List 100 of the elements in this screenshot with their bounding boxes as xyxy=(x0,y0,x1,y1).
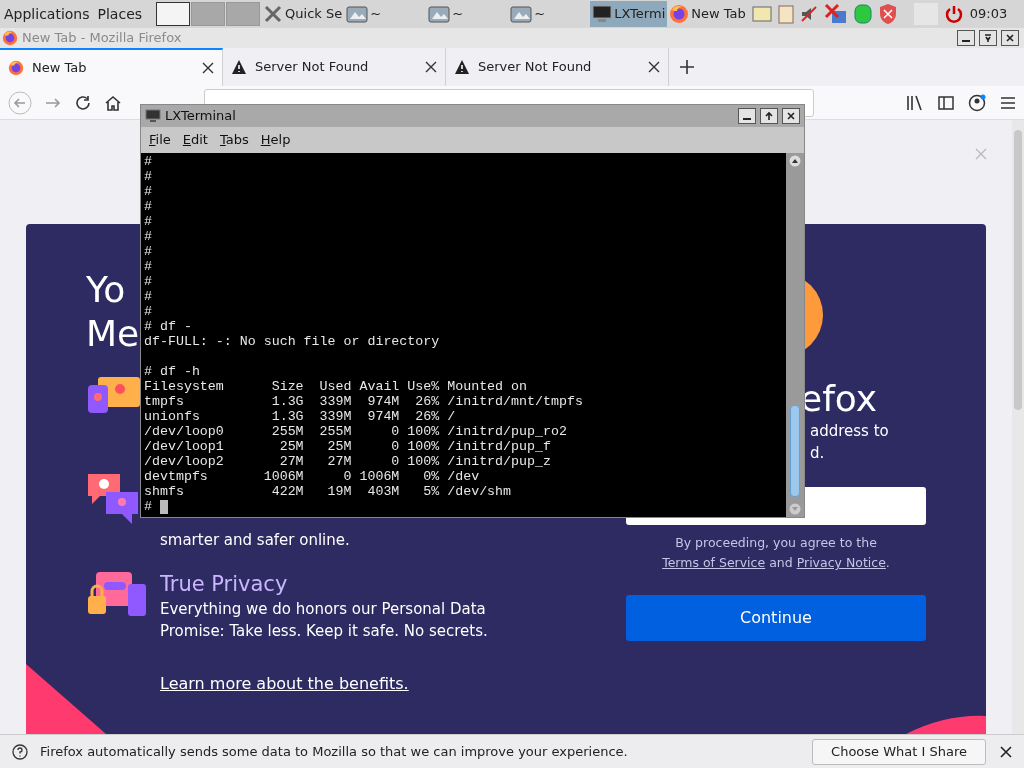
notification-text: Firefox automatically sends some data to Mozilla so that we can improve your experience. xyxy=(40,742,628,761)
new-tab-icon[interactable] xyxy=(679,59,695,75)
clock: 09:03 xyxy=(969,5,1008,24)
library-icon[interactable] xyxy=(906,94,924,111)
taskbar-button[interactable]: ~ xyxy=(344,1,427,27)
reload-icon[interactable] xyxy=(74,93,92,112)
clipboard-icon[interactable] xyxy=(777,4,794,24)
menu-icon[interactable] xyxy=(1000,95,1016,110)
help-icon xyxy=(12,743,28,760)
warning-icon xyxy=(231,59,247,75)
terminal-line: # xyxy=(144,169,152,184)
heading: Yo xyxy=(86,268,126,312)
feature-description: Everything we do honors our Personal Data Promise: Take less. Keep it safe. No secrets. xyxy=(160,599,489,642)
terminal-line: # xyxy=(144,274,152,289)
taskbar-button[interactable]: ~ xyxy=(426,1,509,27)
feature-title: True Privacy xyxy=(160,571,289,598)
terminal-line: tmpfs 1.3G 339M 974M 26% /initrd/mnt/tmpfs xyxy=(144,394,583,409)
panel-menu[interactable]: Applications xyxy=(0,3,94,25)
network-disconnected-icon[interactable] xyxy=(823,3,848,25)
maximize-button[interactable] xyxy=(979,30,997,46)
close-button[interactable] xyxy=(1001,30,1019,46)
speaker-muted-icon[interactable] xyxy=(799,5,818,23)
continue-button[interactable]: Continue xyxy=(626,595,926,641)
scroll-up-icon[interactable] xyxy=(789,155,801,167)
scrollbar-thumb[interactable] xyxy=(790,405,800,497)
lock-and-phone-icon xyxy=(86,570,148,618)
close-icon[interactable] xyxy=(425,61,437,73)
terminal-line: devtmpfs 1006M 0 1006M 0% /dev xyxy=(144,469,480,484)
firefox-icon xyxy=(2,30,18,46)
workspace-switcher[interactable] xyxy=(191,2,226,26)
panel-menu[interactable]: Places xyxy=(93,3,147,25)
account-icon[interactable] xyxy=(968,93,986,112)
monitor-icon xyxy=(592,5,613,23)
folder-icon xyxy=(510,5,533,23)
minimize-button[interactable] xyxy=(738,108,756,124)
close-icon xyxy=(786,111,796,121)
menu-item[interactable]: Edit xyxy=(182,130,208,150)
terminal-line: # xyxy=(144,229,152,244)
terminal-line: /dev/loop0 255M 255M 0 100% /initrd/pup_ro2 xyxy=(144,424,567,439)
terminal-line: # xyxy=(144,304,152,319)
taskbar-button[interactable]: LXTermi xyxy=(590,1,668,27)
feature-description: smarter and safer online. xyxy=(160,530,351,551)
taskbar-button[interactable]: New Tab xyxy=(667,1,748,27)
terminal-line: # xyxy=(144,184,152,199)
choose-what-i-share-button[interactable]: Choose What I Share xyxy=(812,738,986,765)
maximize-button[interactable] xyxy=(760,108,778,124)
terminal-line: /dev/loop1 25M 25M 0 100% /initrd/pup_f xyxy=(144,439,551,454)
menu-item[interactable]: File xyxy=(149,130,171,150)
heading: Me xyxy=(86,312,140,356)
close-icon[interactable] xyxy=(1000,745,1012,758)
scrollbar-thumb[interactable] xyxy=(1014,130,1022,410)
browser-tab[interactable]: New Tab xyxy=(0,48,223,86)
close-icon[interactable] xyxy=(648,61,660,73)
workspace-switcher[interactable] xyxy=(156,2,191,26)
close-button[interactable] xyxy=(782,108,800,124)
firefox-icon xyxy=(8,60,24,76)
legal-notice: By proceeding, you agree to the Terms of Service and Privacy Notice. xyxy=(661,534,891,572)
close-icon xyxy=(1005,33,1015,43)
cards-illustration-icon xyxy=(86,375,142,415)
taskbar-button[interactable]: Quick Se xyxy=(261,1,345,27)
terminal-line: # df -h xyxy=(144,364,200,379)
terms-link[interactable]: Terms of Service xyxy=(662,555,766,570)
terminal-line: # xyxy=(144,244,152,259)
terminal-line: # xyxy=(144,289,152,304)
subtitle: address to xyxy=(810,421,889,442)
monitor-icon xyxy=(145,109,161,123)
firefox-icon xyxy=(669,4,690,24)
minimize-icon xyxy=(962,40,970,42)
sidebar-icon[interactable] xyxy=(938,95,954,110)
terminal-line: unionfs 1.3G 339M 974M 26% / xyxy=(144,409,456,424)
terminal-line: # xyxy=(144,499,152,514)
maximize-icon xyxy=(764,111,774,121)
terminal-line: # xyxy=(144,214,152,229)
close-icon[interactable] xyxy=(202,62,214,74)
terminal-line: Filesystem Size Used Avail Use% Mounted on xyxy=(144,379,527,394)
terminal-line: /dev/loop2 27M 27M 0 100% /initrd/pup_z xyxy=(144,454,551,469)
home-icon[interactable] xyxy=(104,93,122,112)
terminal-line: # xyxy=(144,154,152,169)
maximize-icon xyxy=(983,33,993,43)
folder-icon xyxy=(346,5,369,23)
menu-item[interactable]: Tabs xyxy=(219,130,249,150)
minimize-button[interactable] xyxy=(957,30,975,46)
benefits-link[interactable]: Learn more about the benefits. xyxy=(160,672,586,696)
window-title: New Tab - Mozilla Firefox xyxy=(22,29,182,48)
subtitle: d. xyxy=(810,443,825,464)
power-icon[interactable] xyxy=(943,4,964,24)
tools-icon xyxy=(263,4,284,24)
window-title: LXTerminal xyxy=(165,107,236,126)
terminal-line: shmfs 422M 19M 403M 5% /dev/shm xyxy=(144,484,512,499)
workspace-switcher[interactable] xyxy=(226,2,261,26)
taskbar-button[interactable]: ~ xyxy=(508,1,591,27)
terminal-line: # df - xyxy=(144,319,192,334)
terminal-line: # xyxy=(144,199,152,214)
terminal-line: # xyxy=(144,259,152,274)
warning-icon xyxy=(454,59,470,75)
menu-item[interactable]: Help xyxy=(260,130,291,150)
folder-icon xyxy=(428,5,451,23)
terminal-line: df-FULL: -: No such file or directory xyxy=(144,334,440,349)
shield-icon[interactable] xyxy=(877,3,898,25)
privacy-link[interactable]: Privacy Notice xyxy=(796,555,886,570)
